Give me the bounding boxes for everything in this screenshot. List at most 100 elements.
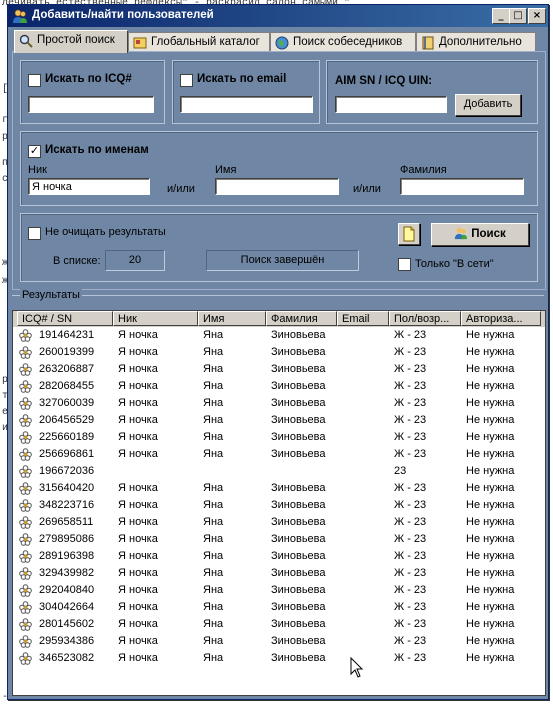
first-name-input[interactable]	[215, 178, 339, 195]
catalog-icon	[133, 37, 147, 49]
table-cell: 269658511	[39, 516, 94, 528]
minimize-button[interactable]: _	[492, 8, 510, 24]
table-cell: Не нужна	[466, 363, 515, 375]
table-row[interactable]: 348223716 Я ночка Яна Зиновьева Ж - 23 Не нуж…	[13, 497, 545, 514]
table-row[interactable]: 329439982 Я ночка Яна Зиновьева Ж - 23 Не нуж…	[13, 565, 545, 582]
tab-strip: Простой поиск Глобальный каталог Поиск с…	[12, 30, 544, 53]
nick-label: Ник	[28, 164, 47, 176]
search-button[interactable]: Поиск	[431, 223, 529, 246]
results-list[interactable]: ICQ# / SN Ник Имя Фамилия Email Пол/возр... Ав…	[12, 310, 546, 696]
maximize-button[interactable]: □	[509, 8, 527, 24]
table-row[interactable]: 280145602 Я ночка Яна Зиновьева Ж - 23 Не нуж…	[13, 616, 545, 633]
column-header[interactable]: Авториза...	[461, 311, 541, 326]
table-row[interactable]: 263206887 Я ночка Яна Зиновьева Ж - 23 Не нуж…	[13, 361, 545, 378]
table-row[interactable]: 295934386 Я ночка Яна Зиновьева Ж - 23 Не нуж…	[13, 633, 545, 650]
simple-search-panel: Искать по ICQ# Искать по email AIM SN / …	[12, 51, 546, 290]
aim-add-group: AIM SN / ICQ UIN: Добавить	[326, 60, 538, 124]
column-header[interactable]: ICQ# / SN	[17, 311, 113, 326]
table-row[interactable]: 289196398 Я ночка Яна Зиновьева Ж - 23 Не нуж…	[13, 548, 545, 565]
table-cell: 206456529	[39, 414, 95, 426]
tab-advanced[interactable]: Дополнительно	[416, 32, 536, 52]
table-row[interactable]: 260019399 Я ночка Яна Зиновьева Ж - 23 Не нуж…	[13, 344, 545, 361]
table-row[interactable]: 279895086 Я ночка Яна Зиновьева Ж - 23 Не нуж…	[13, 531, 545, 548]
table-cell: Ж - 23	[394, 550, 427, 562]
close-button[interactable]: ×	[528, 8, 546, 24]
table-cell: Зиновьева	[271, 346, 326, 358]
aim-uin-input[interactable]	[335, 96, 447, 113]
table-cell: Яна	[203, 431, 224, 443]
table-cell: Яна	[203, 380, 224, 392]
table-cell: 346523082	[39, 652, 95, 664]
column-header[interactable]: Пол/возр...	[389, 311, 461, 326]
tab-find-chat-partners[interactable]: Поиск собеседников	[270, 32, 416, 52]
email-search-checkbox[interactable]	[180, 74, 193, 87]
table-cell: 315640420	[39, 482, 95, 494]
table-cell: Я ночка	[118, 533, 158, 545]
table-cell: 327060039	[39, 397, 95, 409]
table-row[interactable]: 304042664 Я ночка Яна Зиновьева Ж - 23 Не нуж…	[13, 599, 545, 616]
table-cell: 304042664	[39, 601, 95, 613]
table-cell: Не нужна	[466, 448, 515, 460]
column-header[interactable]: Имя	[198, 311, 266, 326]
table-cell: Не нужна	[466, 397, 515, 409]
tab-simple-search[interactable]: Простой поиск	[14, 30, 128, 53]
table-cell: Зиновьева	[271, 499, 326, 511]
tab-global-catalog[interactable]: Глобальный каталог	[128, 32, 270, 52]
clear-results-button[interactable]	[398, 223, 420, 245]
table-cell: Яна	[203, 397, 224, 409]
table-cell: Я ночка	[118, 550, 158, 562]
column-header[interactable]: Фамилия	[266, 311, 337, 326]
table-row[interactable]: 292040840 Я ночка Яна Зиновьева Ж - 23 Не нуж…	[13, 582, 545, 599]
flower-icon	[19, 567, 32, 580]
icq-search-checkbox[interactable]	[28, 74, 41, 87]
table-cell: 196672036	[39, 465, 95, 477]
table-cell: Зиновьева	[271, 482, 326, 494]
column-header[interactable]: Ник	[113, 311, 198, 326]
table-row[interactable]: 256696861 Я ночка Яна Зиновьева Ж - 23 Не нуж…	[13, 446, 545, 463]
table-row[interactable]: 269658511 Я ночка Яна Зиновьева Ж - 23 Не нуж…	[13, 514, 545, 531]
online-only-checkbox[interactable]	[398, 258, 411, 271]
table-cell: Не нужна	[466, 516, 515, 528]
table-row[interactable]: 282068455 Я ночка Яна Зиновьева Ж - 23 Не нуж…	[13, 378, 545, 395]
table-cell: Зиновьева	[271, 567, 326, 579]
keep-results-checkbox[interactable]	[28, 227, 41, 240]
flower-icon	[19, 397, 32, 410]
icq-number-input[interactable]	[28, 96, 154, 113]
table-cell: Яна	[203, 329, 224, 341]
name-search-label: Искать по именам	[45, 144, 149, 156]
email-search-label: Искать по email	[197, 73, 287, 85]
table-cell: Я ночка	[118, 516, 158, 528]
email-input[interactable]	[180, 96, 313, 113]
table-cell: Яна	[203, 363, 224, 375]
table-cell: Я ночка	[118, 499, 158, 511]
table-row[interactable]: 196672036 23 Не нужна	[13, 463, 545, 480]
table-cell: Не нужна	[466, 414, 515, 426]
table-row[interactable]: 225660189 Я ночка Яна Зиновьева Ж - 23 Не нуж…	[13, 429, 545, 446]
table-row[interactable]: 327060039 Я ночка Яна Зиновьева Ж - 23 Не нуж…	[13, 395, 545, 412]
table-cell: Я ночка	[118, 431, 158, 443]
table-row[interactable]: 315640420 Я ночка Яна Зиновьева Ж - 23 Не нуж…	[13, 480, 545, 497]
table-cell: Зиновьева	[271, 380, 326, 392]
table-cell: Яна	[203, 448, 224, 460]
table-cell: Яна	[203, 635, 224, 647]
email-search-group: Искать по email	[172, 60, 320, 124]
mouse-cursor-icon	[350, 657, 364, 678]
table-row[interactable]: 346523082 Я ночка Яна Зиновьева Ж - 23 Не нуж…	[13, 650, 545, 667]
add-button[interactable]: Добавить	[455, 94, 521, 116]
last-name-label: Фамилия	[400, 164, 447, 176]
last-name-input[interactable]	[400, 178, 524, 195]
flower-icon	[19, 329, 32, 342]
table-row[interactable]: 206456529 Я ночка Яна Зиновьева Ж - 23 Не нуж…	[13, 412, 545, 429]
name-search-checkbox[interactable]: ✓	[28, 145, 41, 158]
table-row[interactable]: 191464231 Я ночка Яна Зиновьева Ж - 23 Не нуж…	[13, 327, 545, 344]
table-cell: 282068455	[39, 380, 95, 392]
table-cell: Зиновьева	[271, 448, 326, 460]
table-cell: Зиновьева	[271, 397, 326, 409]
nick-input[interactable]: Я ночка	[28, 178, 150, 195]
table-cell: Я ночка	[118, 584, 158, 596]
table-cell: Не нужна	[466, 346, 515, 358]
tab-label: Простой поиск	[37, 34, 115, 46]
column-header[interactable]: Email	[337, 311, 389, 326]
icq-search-group: Искать по ICQ#	[20, 60, 165, 124]
table-cell: Яна	[203, 550, 224, 562]
